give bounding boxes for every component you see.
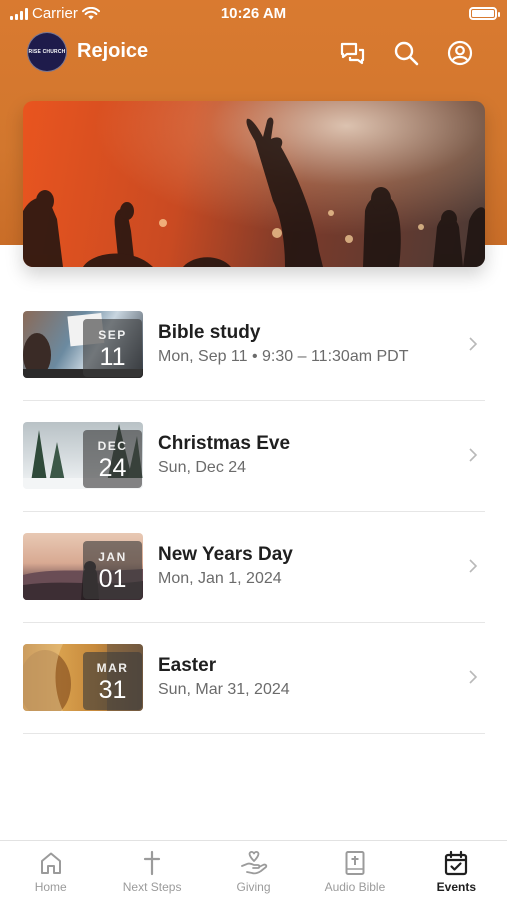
search-icon [394,41,419,66]
app-header: RISE CHURCH Rejoice [0,30,507,76]
search-button[interactable] [391,38,421,68]
event-row[interactable]: JAN 01 New Years Day Mon, Jan 1, 2024 [23,512,485,623]
profile-icon [447,40,473,66]
event-thumbnail: SEP 11 [23,311,143,378]
tab-label: Home [34,880,67,894]
logo-text: RISE CHURCH [28,49,66,55]
event-title: Christmas Eve [158,433,291,454]
hero-banner[interactable] [23,101,485,267]
tab-audio-bible[interactable]: Audio Bible [304,841,405,900]
chevron-right-icon [469,337,478,351]
events-list: SEP 11 Bible study Mon, Sep 11 • 9:30 – … [23,290,485,734]
date-badge-day: 01 [98,565,127,593]
tab-home[interactable]: Home [0,841,101,900]
date-badge-month: MAR [96,661,129,675]
event-title: New Years Day [158,544,293,565]
chat-button[interactable] [337,38,367,68]
date-badge-day: 24 [98,454,127,482]
event-thumbnail: DEC 24 [23,422,143,489]
battery-icon [469,7,500,20]
church-logo[interactable]: RISE CHURCH [27,32,67,72]
date-badge-month: SEP [98,328,127,342]
event-row[interactable]: SEP 11 Bible study Mon, Sep 11 • 9:30 – … [23,290,485,401]
event-thumbnail: MAR 31 [23,644,143,711]
bible-icon [345,851,365,875]
event-row[interactable]: DEC 24 Christmas Eve Sun, Dec 24 [23,401,485,512]
date-badge-day: 31 [98,676,127,704]
event-title: Easter [158,655,217,676]
tab-giving[interactable]: Giving [203,841,304,900]
event-title: Bible study [158,322,261,343]
event-date: Sun, Dec 24 [158,459,247,476]
date-badge-month: DEC [97,439,128,453]
date-badge: SEP 11 [83,319,142,377]
calendar-icon [445,850,468,876]
date-badge: JAN 01 [83,541,142,599]
hero-image [23,117,485,267]
date-badge-day: 11 [99,343,126,371]
chevron-right-icon [469,670,478,684]
event-date: Mon, Sep 11 • 9:30 – 11:30am PDT [158,348,409,365]
chevron-right-icon [469,559,478,573]
date-badge: MAR 31 [83,652,142,710]
date-badge-month: JAN [98,550,127,564]
app-title: Rejoice [77,40,149,62]
tab-bar: Home Next Steps Giving Audio Bible Event… [0,840,507,900]
tab-next-steps[interactable]: Next Steps [101,841,202,900]
tab-label: Events [436,880,476,894]
status-time: 10:26 AM [220,5,287,22]
event-date: Sun, Mar 31, 2024 [158,681,290,698]
event-row[interactable]: MAR 31 Easter Sun, Mar 31, 2024 [23,623,485,734]
cross-icon [144,850,161,876]
status-bar: Carrier 10:26 AM [0,0,507,28]
event-thumbnail: JAN 01 [23,533,143,600]
tab-events[interactable]: Events [406,841,507,900]
home-icon [40,852,61,874]
giving-hand-icon [240,851,267,875]
profile-button[interactable] [445,38,475,68]
chat-icon [340,42,364,64]
tab-label: Audio Bible [324,880,386,894]
chevron-right-icon [469,448,478,462]
date-badge: DEC 24 [83,430,142,488]
event-date: Mon, Jan 1, 2024 [158,570,282,587]
tab-label: Giving [236,880,271,894]
tab-label: Next Steps [122,880,182,894]
